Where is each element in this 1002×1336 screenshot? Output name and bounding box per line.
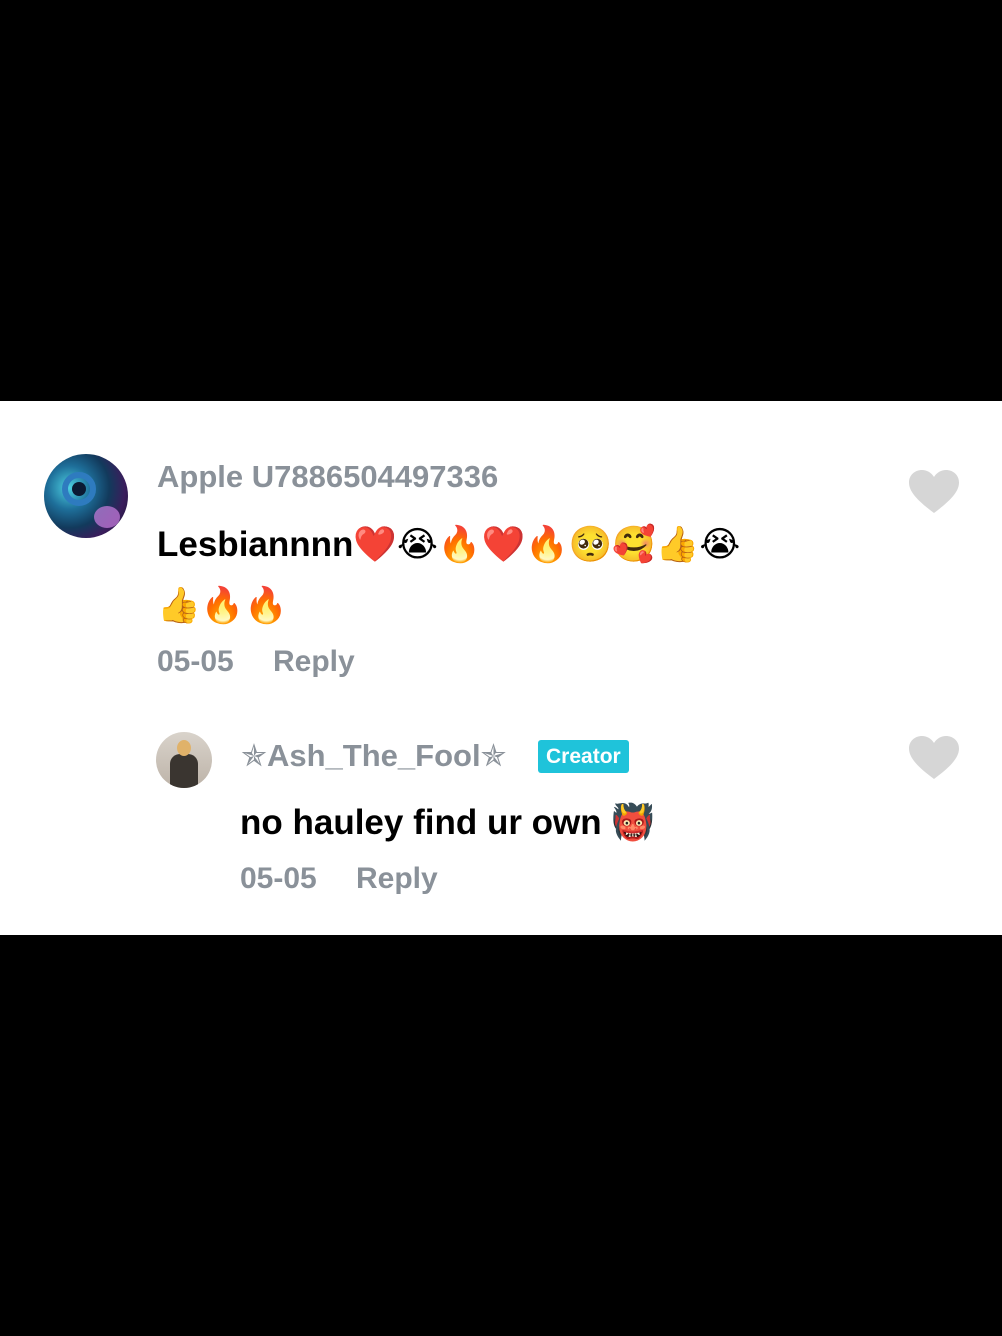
- commenter-avatar[interactable]: [44, 454, 128, 538]
- reply-avatar[interactable]: [156, 732, 212, 788]
- comment-text-line-1: Lesbiannnn❤️😭🔥❤️🔥🥺🥰👍😭: [157, 525, 741, 564]
- letterbox-bottom: [0, 935, 1002, 1336]
- reply-to-reply-button[interactable]: Reply: [356, 861, 438, 897]
- avatar-ring-core: [72, 482, 86, 496]
- reply-username[interactable]: ✯Ash_The_Fool✯: [241, 738, 507, 774]
- reply-button[interactable]: Reply: [273, 644, 355, 680]
- reply-date: 05-05: [240, 862, 317, 895]
- creator-badge: Creator: [538, 740, 629, 773]
- heart-icon[interactable]: [908, 735, 960, 781]
- reply-text: no hauley find ur own 👹: [240, 803, 655, 842]
- comment-date: 05-05: [157, 645, 234, 678]
- comment-text-line-2: 👍🔥🔥: [157, 586, 288, 625]
- commenter-username[interactable]: Apple U7886504497336: [157, 459, 498, 495]
- avatar-figure-body: [170, 754, 198, 788]
- letterbox-top: [0, 0, 1002, 401]
- heart-icon[interactable]: [908, 469, 960, 515]
- avatar-figure-head: [177, 740, 191, 756]
- avatar-glow: [94, 506, 120, 528]
- comments-panel: Apple U7886504497336 Lesbiannnn❤️😭🔥❤️🔥🥺🥰…: [0, 401, 1002, 935]
